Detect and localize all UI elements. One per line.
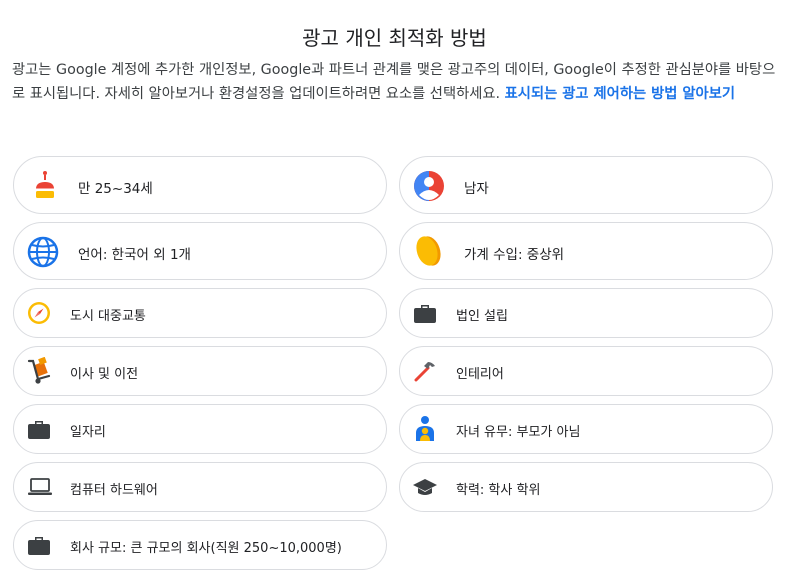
- card-computer-hardware-label: 컴퓨터 하드웨어: [70, 483, 158, 498]
- card-language-label: 언어: 한국어 외 1개: [78, 247, 191, 263]
- card-transit-label: 도시 대중교통: [70, 309, 146, 324]
- card-gender[interactable]: 남자: [399, 156, 773, 214]
- card-parental-status-label: 자녀 유무: 부모가 아님: [456, 425, 581, 440]
- parent-child-icon: [412, 415, 438, 443]
- card-age-label: 만 25~34세: [78, 181, 153, 197]
- page-description: 광고는 Google 계정에 추가한 개인정보, Google과 파트너 관계를…: [12, 59, 778, 106]
- card-parental-status[interactable]: 자녀 유무: 부모가 아님: [399, 404, 773, 454]
- card-education-label: 학력: 학사 학위: [456, 483, 541, 498]
- card-interior-label: 인테리어: [456, 367, 504, 382]
- card-language[interactable]: 언어: 한국어 외 1개: [13, 222, 387, 280]
- birthday-cake-icon: [30, 169, 60, 201]
- compass-icon: [26, 300, 52, 326]
- page-title: 광고 개인 최적화 방법: [302, 26, 487, 50]
- globe-icon: [26, 235, 60, 269]
- hand-truck-icon: [26, 357, 54, 385]
- briefcase-icon: [26, 533, 52, 557]
- card-moving[interactable]: 이사 및 이전: [13, 346, 387, 396]
- card-computer-hardware[interactable]: 컴퓨터 하드웨어: [13, 462, 387, 512]
- learn-more-link[interactable]: 표시되는 광고 제어하는 방법 알아보기: [505, 86, 735, 102]
- card-gender-label: 남자: [464, 181, 489, 197]
- briefcase-icon: [26, 417, 52, 441]
- card-company-size[interactable]: 회사 규모: 큰 규모의 회사(직원 250~10,000명): [13, 520, 387, 570]
- card-jobs-label: 일자리: [70, 425, 106, 440]
- card-transit[interactable]: 도시 대중교통: [13, 288, 387, 338]
- card-age[interactable]: 만 25~34세: [13, 156, 387, 214]
- card-income[interactable]: 가계 수입: 중상위: [399, 222, 773, 280]
- card-incorporation[interactable]: 법인 설립: [399, 288, 773, 338]
- laptop-icon: [26, 476, 54, 498]
- person-avatar-icon: [412, 169, 446, 203]
- card-incorporation-label: 법인 설립: [456, 309, 508, 324]
- card-education[interactable]: 학력: 학사 학위: [399, 462, 773, 512]
- briefcase-icon: [412, 301, 438, 325]
- card-moving-label: 이사 및 이전: [70, 367, 139, 382]
- coin-icon: [412, 233, 446, 269]
- card-income-label: 가계 수입: 중상위: [464, 247, 565, 263]
- card-company-size-label: 회사 규모: 큰 규모의 회사(직원 250~10,000명): [70, 541, 342, 556]
- card-interior[interactable]: 인테리어: [399, 346, 773, 396]
- card-jobs[interactable]: 일자리: [13, 404, 387, 454]
- graduation-cap-icon: [411, 476, 439, 498]
- hammer-icon: [412, 358, 438, 384]
